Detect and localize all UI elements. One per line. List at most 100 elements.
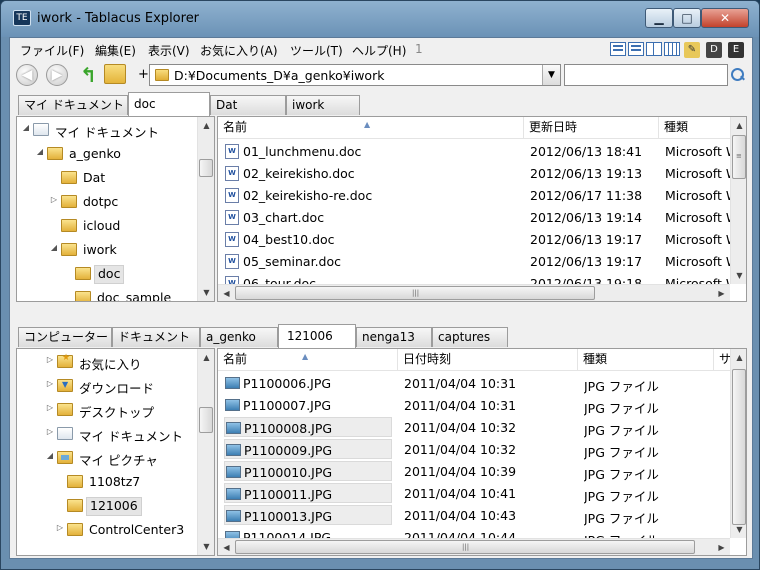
scroll-up-arrow[interactable]: ▲	[731, 117, 746, 134]
layout-horizontal-icon[interactable]	[628, 42, 644, 56]
scroll-right-arrow[interactable]: ▶	[713, 539, 730, 555]
table-row[interactable]: P1100006.JPG 2011/04/04 10:31 JPG ファイル	[218, 372, 730, 394]
tree-item[interactable]: ▷ ControlCenter3	[17, 519, 197, 541]
tablacus-icon[interactable]: TE	[13, 10, 31, 26]
file-name-cell[interactable]: P1100011.JPG	[224, 483, 392, 503]
tab-121006[interactable]: 121006	[278, 324, 356, 348]
minimize-button[interactable]: ▁	[645, 8, 673, 28]
address-dropdown-button[interactable]: ▼	[542, 65, 560, 85]
address-bar[interactable]: D:¥Documents_D¥a_genko¥iwork ▼	[149, 64, 561, 86]
tab-nenga13[interactable]: nenga13	[356, 327, 432, 347]
column-type[interactable]: 種類	[578, 349, 714, 371]
file-name-cell[interactable]: P1100013.JPG	[224, 505, 392, 525]
file-name-cell[interactable]: P1100008.JPG	[224, 417, 392, 437]
menu-help[interactable]: ヘルプ(H)	[352, 42, 406, 59]
tab-computer[interactable]: コンピューター	[18, 327, 112, 347]
tree-item[interactable]: ▷ お気に入り	[17, 351, 197, 373]
bottom-list-vscrollbar[interactable]: ▲ ▼	[730, 349, 746, 538]
folder-icon[interactable]	[104, 64, 126, 84]
new-tab-plus[interactable]: +	[138, 67, 149, 82]
menu-view[interactable]: 表示(V)	[148, 42, 190, 59]
tree-item[interactable]: doc	[17, 263, 197, 285]
layout-vertical-icon[interactable]	[646, 42, 662, 56]
drive-icon[interactable]: D	[706, 42, 722, 58]
column-type[interactable]: 種類	[659, 117, 731, 139]
top-list-vscrollbar[interactable]: ▲ ≡ ▼	[730, 117, 746, 284]
tab-dat[interactable]: Dat	[210, 95, 286, 115]
search-icon[interactable]	[730, 67, 746, 83]
menu-favorites[interactable]: お気に入り(A)	[200, 42, 278, 59]
file-name-cell[interactable]: P1100010.JPG	[224, 461, 392, 481]
tree-item[interactable]: ▷ dotpc	[17, 191, 197, 213]
collapsed-arrow-icon[interactable]: ▷	[45, 355, 55, 364]
tree-item[interactable]: ◢ マイ ピクチャ	[17, 447, 197, 469]
scroll-down-arrow[interactable]: ▼	[731, 521, 746, 538]
collapsed-arrow-icon[interactable]: ▷	[49, 195, 59, 204]
table-row[interactable]: W 02_keirekisho.doc 2012/06/13 19:13 Micros…	[218, 162, 730, 184]
top-file-list[interactable]: 名前 ▲ 更新日時 種類 W 01_lunchmenu.doc 2012/06/13…	[217, 116, 747, 302]
collapsed-arrow-icon[interactable]: ▷	[45, 379, 55, 388]
tab-my-documents[interactable]: マイ ドキュメント	[18, 95, 128, 115]
file-name-cell[interactable]: W 03_chart.doc	[224, 207, 384, 227]
tab-captures[interactable]: captures	[432, 327, 508, 347]
scroll-thumb[interactable]: |||	[235, 540, 695, 554]
scroll-up-arrow[interactable]: ▲	[731, 349, 746, 366]
scroll-down-arrow[interactable]: ▼	[198, 538, 214, 555]
tree-item[interactable]: ◢ a_genko	[17, 143, 197, 165]
tree-item[interactable]: 1108tz7	[17, 471, 197, 493]
tab-doc[interactable]: doc	[128, 92, 210, 116]
back-button[interactable]: ◀	[16, 64, 38, 86]
table-row[interactable]: P1100010.JPG 2011/04/04 10:39 JPG ファイル	[218, 460, 730, 482]
drive-e-icon[interactable]: E	[728, 42, 744, 58]
tab-documents[interactable]: ドキュメント	[112, 327, 200, 347]
collapsed-arrow-icon[interactable]: ▷	[45, 427, 55, 436]
scroll-up-arrow[interactable]: ▲	[198, 117, 214, 134]
menu-tools[interactable]: ツール(T)	[290, 42, 343, 59]
collapsed-arrow-icon[interactable]: ▷	[45, 403, 55, 412]
file-name-cell[interactable]: P1100006.JPG	[224, 373, 392, 393]
address-text[interactable]: D:¥Documents_D¥a_genko¥iwork	[174, 68, 384, 83]
scroll-thumb[interactable]	[199, 407, 213, 433]
layout-grid-icon[interactable]	[664, 42, 680, 56]
table-row[interactable]: P1100013.JPG 2011/04/04 10:43 JPG ファイル	[218, 504, 730, 526]
forward-button[interactable]: ▶	[46, 64, 68, 86]
table-row[interactable]: P1100008.JPG 2011/04/04 10:32 JPG ファイル	[218, 416, 730, 438]
expanded-arrow-icon[interactable]: ◢	[49, 243, 59, 252]
table-row[interactable]: W 05_seminar.doc 2012/06/13 19:17 Microsoft…	[218, 250, 730, 272]
top-tree-scrollbar[interactable]: ▲ ▼	[197, 117, 214, 301]
menu-edit[interactable]: 編集(E)	[95, 42, 136, 59]
menu-file[interactable]: ファイル(F)	[20, 42, 84, 59]
column-modified[interactable]: 更新日時	[524, 117, 659, 139]
tree-item[interactable]: ▷ ダウンロード	[17, 375, 197, 397]
scroll-left-arrow[interactable]: ◀	[218, 539, 235, 555]
table-row[interactable]: P1100011.JPG 2011/04/04 10:41 JPG ファイル	[218, 482, 730, 504]
expanded-arrow-icon[interactable]: ◢	[21, 123, 31, 132]
scroll-thumb[interactable]	[199, 159, 213, 177]
file-name-cell[interactable]: W 02_keirekisho-re.doc	[224, 185, 384, 205]
scroll-down-arrow[interactable]: ▼	[731, 267, 746, 284]
table-row[interactable]: P1100007.JPG 2011/04/04 10:31 JPG ファイル	[218, 394, 730, 416]
file-name-cell[interactable]: W 02_keirekisho.doc	[224, 163, 384, 183]
file-name-cell[interactable]: P1100009.JPG	[224, 439, 392, 459]
tree-item[interactable]: ◢ マイ ドキュメント	[17, 119, 197, 141]
scroll-right-arrow[interactable]: ▶	[713, 285, 730, 301]
tab-iwork[interactable]: iwork	[286, 95, 360, 115]
file-name-cell[interactable]: W 05_seminar.doc	[224, 251, 384, 271]
bottom-list-hscrollbar[interactable]: ◀ ||| ▶	[218, 538, 730, 555]
options-icon[interactable]: ✎	[684, 42, 700, 58]
layout-single-icon[interactable]	[610, 42, 626, 56]
file-name-cell[interactable]: W 01_lunchmenu.doc	[224, 141, 384, 161]
search-input[interactable]	[564, 64, 728, 86]
table-row[interactable]: W 03_chart.doc 2012/06/13 19:14 Microsoft W	[218, 206, 730, 228]
column-name[interactable]: 名前 ▲	[218, 117, 524, 139]
table-row[interactable]: P1100009.JPG 2011/04/04 10:32 JPG ファイル	[218, 438, 730, 460]
scroll-thumb[interactable]: ≡	[732, 135, 746, 179]
expanded-arrow-icon[interactable]: ◢	[45, 451, 55, 460]
table-row[interactable]: W 04_best10.doc 2012/06/13 19:17 Microsoft …	[218, 228, 730, 250]
file-name-cell[interactable]: P1100007.JPG	[224, 395, 392, 415]
file-name-cell[interactable]: W 04_best10.doc	[224, 229, 384, 249]
scroll-thumb[interactable]	[732, 369, 746, 525]
table-row[interactable]: W 02_keirekisho-re.doc 2012/06/17 11:38 Mic…	[218, 184, 730, 206]
table-row[interactable]: W 01_lunchmenu.doc 2012/06/13 18:41 Microso…	[218, 140, 730, 162]
close-button[interactable]: ✕	[701, 8, 749, 28]
